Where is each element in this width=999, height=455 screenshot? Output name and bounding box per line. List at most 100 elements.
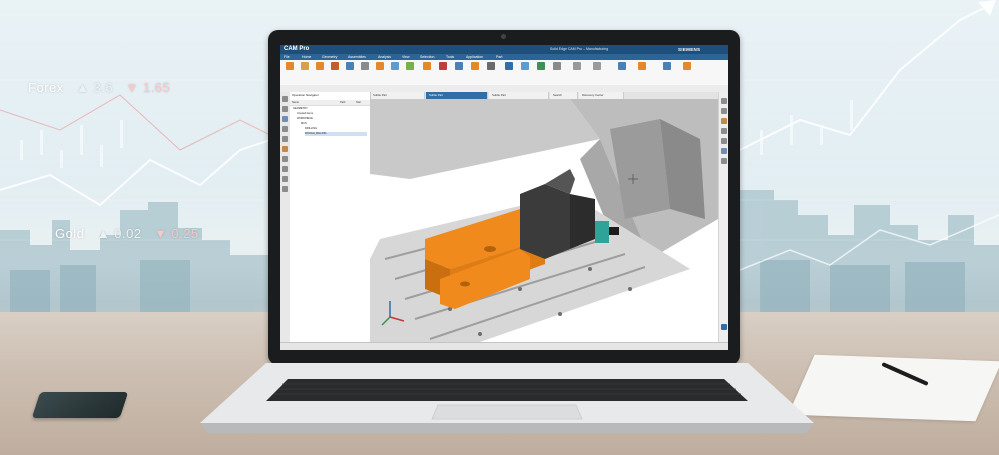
side-tool-icon[interactable]: [721, 108, 727, 114]
ribbon-button[interactable]: [468, 62, 482, 82]
side-tool-icon[interactable]: [721, 98, 727, 104]
side-tool-icon[interactable]: [721, 138, 727, 144]
app-titlebar: CAM Pro Solid Edge CAM Pro – Manufacturi…: [280, 45, 728, 54]
tool-icon: [423, 62, 431, 70]
tool-icon: [439, 62, 447, 70]
ribbon-button[interactable]: [452, 62, 466, 82]
forex-label: Forex: [28, 80, 64, 95]
resource-icon[interactable]: [282, 156, 288, 162]
col-stat[interactable]: Stat: [356, 100, 361, 105]
brand-logo: SIEMENS: [678, 47, 701, 52]
ribbon-button[interactable]: [298, 62, 312, 82]
tool-icon: [361, 62, 369, 70]
resource-icon[interactable]: [282, 96, 288, 102]
forex-ticker: Forex ▲ 3.6 ▼ 1.65: [28, 80, 170, 95]
tool-icon: [301, 62, 309, 70]
resource-icon[interactable]: [282, 116, 288, 122]
tab-document-2[interactable]: Subtle Part: [426, 92, 488, 99]
col-name[interactable]: Name: [292, 100, 299, 105]
ribbon-button[interactable]: [373, 62, 387, 82]
ribbon-button[interactable]: [283, 62, 297, 82]
tool-icon: [553, 62, 561, 70]
col-path[interactable]: Path: [340, 100, 345, 105]
ribbon-button[interactable]: [343, 62, 357, 82]
workpiece-hole: [484, 246, 496, 252]
tree-item-selected[interactable]: ROUGH_MILLING: [305, 132, 367, 136]
ribbon-button[interactable]: [328, 62, 342, 82]
side-tool-icon[interactable]: [721, 118, 727, 124]
tree-item[interactable]: DRILLING: [305, 127, 317, 131]
cutting-tool: [595, 221, 609, 243]
ribbon-button[interactable]: [403, 62, 417, 82]
tool-icon: [537, 62, 545, 70]
right-resource-bar: [718, 92, 728, 342]
tool-icon: [391, 62, 399, 70]
ribbon-button[interactable]: [635, 62, 649, 82]
tree-item[interactable]: MCS: [301, 122, 307, 126]
ribbon-button[interactable]: [502, 62, 516, 82]
tab-search[interactable]: Search: [550, 92, 578, 99]
tool-icon: [521, 62, 529, 70]
app-name: CAM Pro: [284, 46, 310, 52]
tab-document-3[interactable]: Subtle Part: [489, 92, 549, 99]
resource-icon[interactable]: [282, 176, 288, 182]
laptop: CAM Pro Solid Edge CAM Pro – Manufacturi…: [200, 25, 814, 435]
ribbon-button[interactable]: [615, 62, 629, 82]
tree-item[interactable]: GEOMETRY: [293, 107, 308, 111]
workpiece-hole: [460, 281, 470, 287]
operation-navigator: Operation Navigator Name Path Stat GEOME…: [290, 92, 371, 342]
tree-item[interactable]: WORKPIECE: [297, 117, 313, 121]
base-edge: [200, 423, 814, 433]
photo-scene: Forex ▲ 3.6 ▼ 1.65 Gold ▲ 0.02 ▼ 0.25 CA…: [0, 0, 999, 455]
tool-icon: [471, 62, 479, 70]
navigator-header: Name Path Stat: [290, 100, 370, 106]
ribbon-button[interactable]: [313, 62, 327, 82]
gold-up: ▲ 0.02: [96, 226, 142, 241]
ribbon-button[interactable]: [420, 62, 434, 82]
ribbon-button[interactable]: [388, 62, 402, 82]
tool-icon: [346, 62, 354, 70]
ribbon-button[interactable]: [660, 62, 674, 82]
resource-icon[interactable]: [282, 166, 288, 172]
document-tabs: Subtle Part Subtle Part Subtle Part Sear…: [370, 92, 728, 99]
window-title: Solid Edge CAM Pro – Manufacturing: [550, 47, 609, 51]
gold-down: ▼ 0.25: [153, 226, 199, 241]
ribbon-button[interactable]: [534, 62, 548, 82]
side-tool-icon[interactable]: [721, 324, 727, 330]
tab-document-1[interactable]: Subtle Part: [370, 92, 425, 99]
laptop-base: [200, 363, 814, 433]
tool-icon: [376, 62, 384, 70]
tool-icon: [316, 62, 324, 70]
forex-down: ▼ 1.65: [125, 80, 171, 95]
resource-icon[interactable]: [282, 146, 288, 152]
ribbon-button[interactable]: [518, 62, 532, 82]
ribbon-button[interactable]: [484, 62, 498, 82]
graphics-viewport[interactable]: [370, 99, 718, 342]
tool-icon: [331, 62, 339, 70]
cam-model: [370, 99, 718, 342]
tool-icon: [593, 62, 601, 70]
resource-icon[interactable]: [282, 106, 288, 112]
gold-label: Gold: [55, 226, 85, 241]
ribbon-button[interactable]: [436, 62, 450, 82]
ribbon-button[interactable]: [590, 62, 604, 82]
tool-icon: [683, 62, 691, 70]
tool-icon: [406, 62, 414, 70]
side-tool-icon[interactable]: [721, 148, 727, 154]
side-tool-icon[interactable]: [721, 128, 727, 134]
ribbon-button[interactable]: [680, 62, 694, 82]
ribbon-toolbar: [280, 60, 728, 86]
navigator-title: Operation Navigator: [292, 93, 319, 97]
tab-discovery-center[interactable]: Discovery Center: [579, 92, 624, 99]
ribbon-button[interactable]: [358, 62, 372, 82]
ribbon-button[interactable]: [550, 62, 564, 82]
tool-icon: [455, 62, 463, 70]
ribbon-button[interactable]: [570, 62, 584, 82]
side-tool-icon[interactable]: [721, 158, 727, 164]
resource-icon[interactable]: [282, 186, 288, 192]
tool-icon: [505, 62, 513, 70]
tree-item[interactable]: Unused Items: [297, 112, 313, 116]
resource-icon[interactable]: [282, 126, 288, 132]
resource-icon[interactable]: [282, 136, 288, 142]
smartphone: [31, 392, 129, 418]
